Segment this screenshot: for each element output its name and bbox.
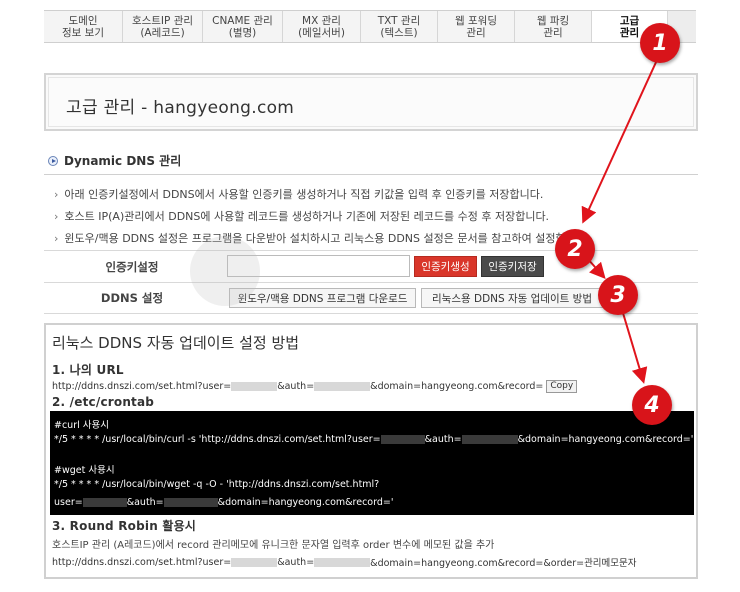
wget-command-1: */5 * * * * /usr/local/bin/wget -q -O - … <box>54 479 380 490</box>
redacted-auth <box>461 435 518 444</box>
redacted-user <box>380 435 425 444</box>
tab-txt[interactable]: TXT 관리 (텍스트) <box>361 11 438 42</box>
redacted-auth <box>314 557 371 567</box>
crontab-terminal: #curl 사용시 */5 * * * * /usr/local/bin/cur… <box>50 411 694 515</box>
chevron-right-icon: › <box>54 210 59 223</box>
section-divider <box>44 174 698 175</box>
tab-host-ip[interactable]: 호스트IP 관리 (A레코드) <box>123 11 203 42</box>
annotation-badge-4: 4 <box>632 385 672 425</box>
download-program-button[interactable]: 윈도우/맥용 DDNS 프로그램 다운로드 <box>229 288 416 308</box>
play-bullet-icon <box>48 155 58 166</box>
redacted-user <box>231 557 278 567</box>
round-robin-url: http://ddns.dnszi.com/set.html?user= &au… <box>52 556 637 570</box>
redacted-user <box>231 382 278 391</box>
tab-domain-info[interactable]: 도메인 정보 보기 <box>44 11 123 42</box>
generate-key-button[interactable]: 인증키생성 <box>414 256 477 277</box>
title-box: 고급 관리 - hangyeong.com <box>44 73 698 131</box>
annotation-badge-3: 3 <box>598 275 638 315</box>
section-title: Dynamic DNS 관리 <box>64 154 182 168</box>
wget-command-2: user= &auth= &domain=hangyeong.com&recor… <box>54 497 394 508</box>
redacted-auth <box>163 498 218 507</box>
chevron-right-icon: › <box>54 188 59 201</box>
tab-bar: 도메인 정보 보기 호스트IP 관리 (A레코드) CNAME 관리 (별명) … <box>44 10 696 43</box>
info-line: › 호스트 IP(A)관리에서 DDNS에 사용할 레코드를 생성하거나 기존에 … <box>54 210 550 223</box>
guide-title: 리눅스 DDNS 자동 업데이트 설정 방법 <box>52 334 300 352</box>
chevron-right-icon: › <box>54 232 59 245</box>
info-line: › 윈도우/맥용 DDNS 설정은 프로그램을 다운받아 설치하시고 리눅스용 D… <box>54 232 590 245</box>
watermark-logo <box>190 236 260 306</box>
linux-guide-box: 리눅스 DDNS 자동 업데이트 설정 방법 1. 나의 URL http://… <box>44 323 698 579</box>
redacted-auth <box>314 382 371 391</box>
section-header: Dynamic DNS 관리 <box>48 152 181 169</box>
step-round-robin: 3. Round Robin 활용시 <box>52 519 197 533</box>
linux-guide-button[interactable]: 리눅스용 DDNS 자동 업데이트 방법 <box>421 288 603 308</box>
auth-key-row: 인증키설정 인증키생성 인증키저장 <box>44 250 698 282</box>
curl-command: */5 * * * * /usr/local/bin/curl -s 'http… <box>54 434 694 445</box>
tab-cname[interactable]: CNAME 관리 (별명) <box>203 11 283 42</box>
wget-title: #wget 사용시 <box>54 465 115 476</box>
my-url-line: http://ddns.dnszi.com/set.html?user= &au… <box>52 380 578 393</box>
copy-button[interactable]: Copy <box>546 380 578 393</box>
page-title: 고급 관리 - hangyeong.com <box>66 98 295 118</box>
info-line: › 아래 인증키설정에서 DDNS에서 사용할 인증키를 생성하거나 직접 키값을… <box>54 188 544 201</box>
step-my-url: 1. 나의 URL <box>52 363 124 377</box>
round-robin-note: 호스트IP 관리 (A레코드)에서 record 관리메모에 유니크한 문자열 … <box>52 540 495 551</box>
redacted-user <box>82 498 127 507</box>
save-key-button[interactable]: 인증키저장 <box>481 256 544 277</box>
curl-title: #curl 사용시 <box>54 420 109 431</box>
tab-web-forwarding[interactable]: 웹 포워딩 관리 <box>438 11 515 42</box>
tab-web-parking[interactable]: 웹 파킹 관리 <box>515 11 592 42</box>
annotation-badge-1: 1 <box>640 23 680 63</box>
step-crontab: 2. /etc/crontab <box>52 395 155 409</box>
tab-mx[interactable]: MX 관리 (메일서버) <box>283 11 361 42</box>
annotation-badge-2: 2 <box>555 229 595 269</box>
